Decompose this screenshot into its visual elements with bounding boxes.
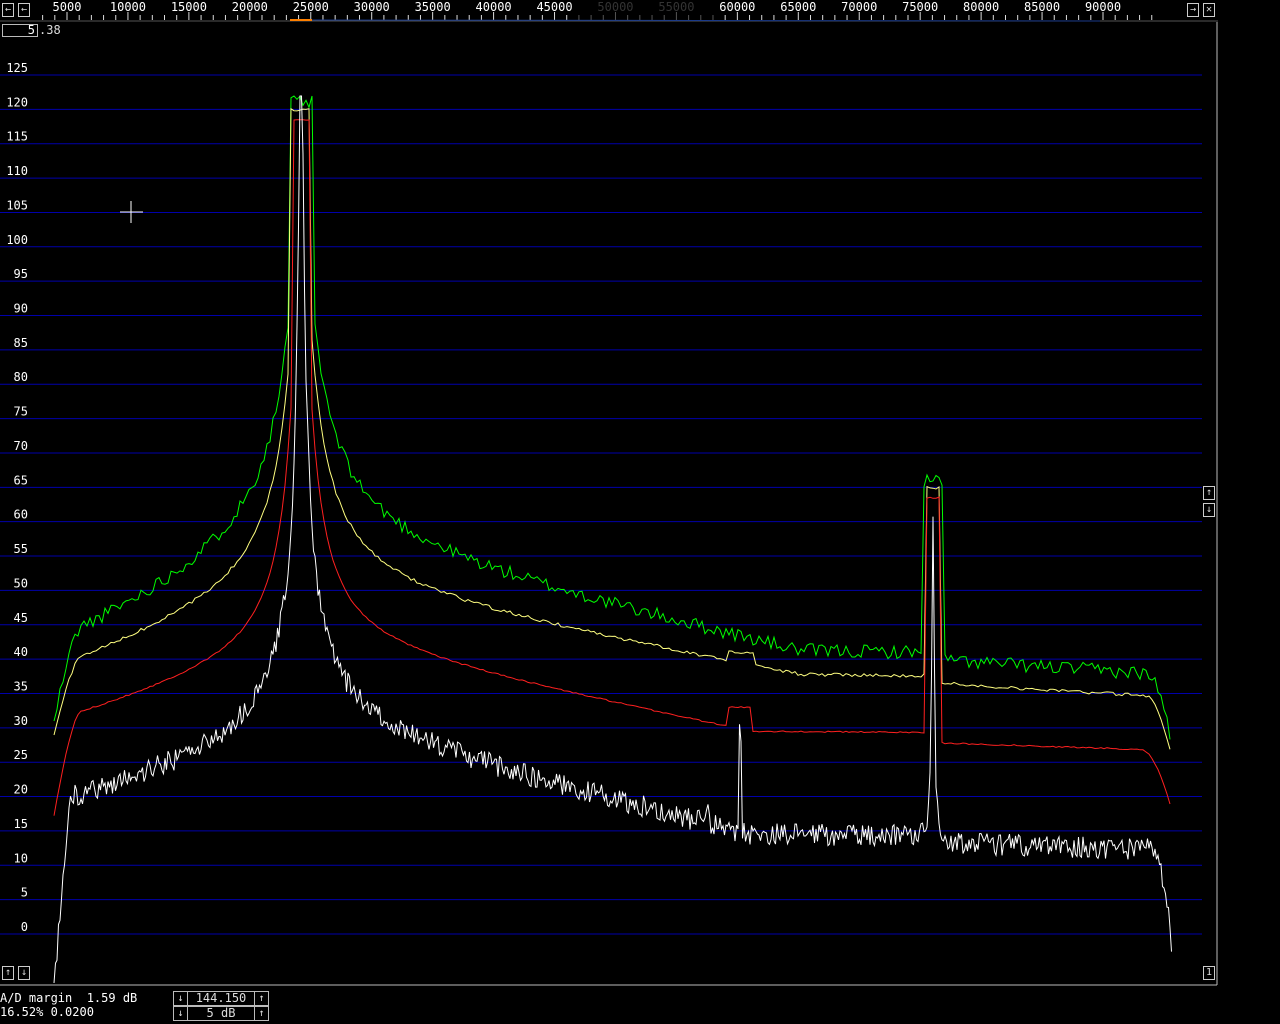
db-tick-label: 20	[14, 783, 28, 797]
zoom-fraction: .38	[39, 23, 61, 37]
db-tick-label: 10	[14, 851, 28, 865]
db-per-div-down-button[interactable]: ↓	[174, 1007, 188, 1020]
offset-up-button[interactable]: ↑	[2, 966, 14, 980]
db-tick-label: 125	[6, 61, 28, 75]
db-tick-label: 110	[6, 164, 28, 178]
frequency-label: 60000	[719, 0, 755, 14]
frequency-label: 10000	[110, 0, 146, 14]
scroll-left-button[interactable]: ←	[2, 3, 14, 17]
page-button[interactable]: 1	[1203, 966, 1215, 980]
db-tick-label: 105	[6, 198, 28, 212]
db-tick-label: 60	[14, 508, 28, 522]
spectrum-view[interactable]: 1251201151101051009590858075706560555045…	[0, 0, 1280, 1024]
cpu-load-text: 16.52% 0.0200	[0, 1005, 94, 1019]
frequency-label: 20000	[232, 0, 268, 14]
gain-up-button[interactable]: ↑	[1203, 486, 1215, 500]
frequency-label: 65000	[780, 0, 816, 14]
reference-down-button[interactable]: ↓	[174, 992, 188, 1005]
db-tick-label: 100	[6, 233, 28, 247]
db-tick-label: 75	[14, 405, 28, 419]
frequency-label: 55000	[658, 0, 694, 14]
db-tick-label: 35	[14, 679, 28, 693]
reference-level-control[interactable]: ↓ 144.150 ↑	[173, 991, 269, 1006]
db-tick-label: 85	[14, 336, 28, 350]
db-tick-label: 40	[14, 645, 28, 659]
db-tick-label: 30	[14, 714, 28, 728]
db-tick-label: 70	[14, 439, 28, 453]
db-tick-label: 0	[21, 920, 28, 934]
scroll-left-button-2[interactable]: ←	[18, 3, 30, 17]
db-tick-label: 50	[14, 576, 28, 590]
db-per-div-control[interactable]: ↓ 5 dB ↑	[173, 1006, 269, 1021]
frequency-label: 30000	[354, 0, 390, 14]
frequency-label: 75000	[902, 0, 938, 14]
frequency-label: 90000	[1085, 0, 1121, 14]
db-tick-label: 5	[21, 886, 28, 900]
db-tick-label: 80	[14, 370, 28, 384]
scroll-right-button[interactable]: →	[1187, 3, 1199, 17]
frequency-ruler[interactable]: 5000 10000 15000 20000 25000 30000 35000 40000 4…	[0, 0, 1218, 22]
frequency-label: 15000	[171, 0, 207, 14]
frequency-label: 25000	[293, 0, 329, 14]
db-tick-label: 120	[6, 95, 28, 109]
frequency-label: 85000	[1024, 0, 1060, 14]
db-tick-label: 95	[14, 267, 28, 281]
db-tick-label: 55	[14, 542, 28, 556]
reference-up-button[interactable]: ↑	[254, 992, 268, 1005]
db-tick-label: 45	[14, 611, 28, 625]
frequency-label: 70000	[841, 0, 877, 14]
reference-level-value: 144.150	[195, 991, 247, 1005]
ad-margin-text: A/D margin 1.59 dB	[0, 991, 138, 1005]
frequency-label: 40000	[476, 0, 512, 14]
db-tick-label: 15	[14, 817, 28, 831]
close-icon[interactable]: ✕	[1203, 3, 1215, 17]
db-per-div-up-button[interactable]: ↑	[254, 1007, 268, 1020]
frequency-label: 35000	[415, 0, 451, 14]
db-tick-label: 25	[14, 748, 28, 762]
db-tick-label: 90	[14, 302, 28, 316]
db-tick-label: 65	[14, 473, 28, 487]
offset-down-button[interactable]: ↓	[18, 966, 30, 980]
db-tick-label: 115	[6, 130, 28, 144]
frequency-label: 45000	[536, 0, 572, 14]
gain-down-button[interactable]: ↓	[1203, 503, 1215, 517]
db-per-div-value: 5 dB	[206, 1006, 236, 1020]
frequency-label: 80000	[963, 0, 999, 14]
frequency-label: 5000	[53, 0, 82, 14]
frequency-label: 50000	[597, 0, 633, 14]
status-panel: A/D margin 1.59 dB 16.52% 0.0200	[0, 991, 137, 1019]
zoom-input[interactable]: 5	[2, 24, 38, 37]
